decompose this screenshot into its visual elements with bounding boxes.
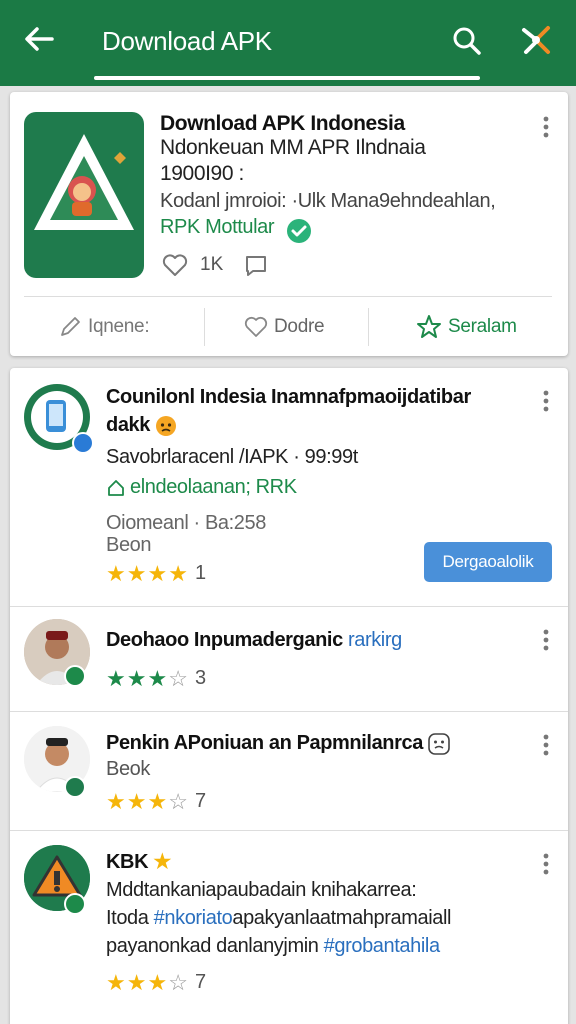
badge-icon (64, 893, 86, 915)
star-icon: ★ (126, 969, 147, 995)
badge-icon (72, 432, 94, 454)
edit-button[interactable]: Iqnene: (58, 308, 150, 346)
rating: ★ ★ ★ ☆ 3 (106, 667, 206, 690)
divider (368, 308, 369, 346)
star-icon: ★ (126, 665, 147, 691)
item-title: KBK ★ (106, 851, 171, 873)
like-count: 1K (200, 254, 224, 275)
star-outline-icon: ☆ (168, 969, 188, 995)
page-title: Download APK (102, 26, 272, 56)
rating: ★ ★ ★ ☆ 7 (106, 790, 206, 813)
home-icon (108, 479, 124, 496)
list-item[interactable]: Deohaoo Inpumaderganic rarkirg ★ ★ ★ ☆ 3 (10, 607, 568, 711)
save-button-label: Seralam (448, 316, 517, 337)
item-title-line2: dakk (106, 414, 177, 437)
star-icon: ★ (126, 560, 147, 586)
item-description: Mddtankaniapaubadain knihakarrea: (106, 879, 417, 901)
heart-icon[interactable] (162, 252, 188, 278)
back-arrow-icon[interactable] (22, 22, 56, 56)
star-icon: ★ (106, 560, 126, 586)
featured-subtitle: Ndonkeuan MM APR Ilndnaia (160, 136, 426, 159)
star-outline-icon: ☆ (168, 665, 188, 691)
divider (24, 296, 552, 297)
download-button[interactable]: Dergaoalolik (424, 542, 552, 582)
star-icon: ★ (153, 851, 171, 873)
item-meta: Savobrlaracenl /IAPK · 99:99t (106, 446, 358, 468)
edit-button-label: Iqnene: (88, 316, 150, 337)
comment-icon[interactable] (244, 254, 268, 278)
more-options-icon[interactable] (542, 734, 550, 756)
like-button[interactable]: Dodre (244, 308, 325, 346)
search-icon[interactable] (452, 26, 482, 56)
rating: ★ ★ ★ ☆ 7 (106, 971, 206, 994)
divider (204, 308, 205, 346)
featured-app-icon (24, 112, 144, 278)
app-list: Counilonl Indesia Inamnafpmaoijdatibar d… (10, 368, 568, 1024)
tab-indicator (94, 76, 480, 80)
heart-icon (244, 316, 268, 337)
more-options-icon[interactable] (542, 853, 550, 875)
item-sub: Oiomeanl · Ba:258 (106, 512, 266, 534)
star-outline-icon: ☆ (168, 788, 188, 814)
save-button[interactable]: Seralam (416, 308, 517, 346)
star-icon: ★ (106, 665, 126, 691)
app-bar: Download APK (0, 0, 576, 86)
item-description-line2: Itoda #nkoriatoapakyanlaatmahpramaiall (106, 907, 452, 929)
rating-count: 7 (194, 971, 207, 993)
pencil-icon (61, 317, 80, 336)
item-description-line3: payanonkad danlanyjmin #grobantahila (106, 935, 440, 957)
badge-icon (64, 665, 86, 687)
featured-description: Kodanl jmroioi: ·Ulk Mana9ehndeahlan, (160, 190, 496, 212)
featured-title: Download APK Indonesia (160, 112, 405, 135)
star-icon: ★ (147, 665, 168, 691)
rating-count: 1 (194, 562, 207, 584)
star-icon: ★ (106, 969, 126, 995)
like-button-label: Dodre (274, 316, 325, 337)
item-sub: Beok (106, 758, 150, 780)
more-options-icon[interactable] (542, 116, 550, 138)
list-item[interactable]: KBK ★ Mddtankaniapaubadain knihakarrea: … (10, 831, 568, 1021)
star-icon: ★ (106, 788, 126, 814)
star-icon: ★ (168, 560, 188, 586)
app-logo-icon[interactable] (518, 22, 554, 58)
featured-version: 1900I90 : (160, 162, 244, 185)
verified-icon (287, 219, 311, 243)
more-options-icon[interactable] (542, 629, 550, 651)
hashtag-link[interactable]: #nkoriato (154, 907, 233, 929)
item-title: Deohaoo Inpumaderganic rarkirg (106, 629, 402, 651)
item-title: Penkin APoniuan an Papmnilanrca (106, 732, 450, 755)
rating: ★ ★ ★ ★ 1 (106, 562, 206, 585)
hashtag-link[interactable]: #grobantahila (324, 935, 440, 957)
featured-category[interactable]: RPK Mottular (160, 216, 275, 239)
star-icon: ★ (147, 969, 168, 995)
angry-face-icon (156, 415, 177, 436)
featured-card[interactable]: Download APK Indonesia Ndonkeuan MM APR … (10, 92, 568, 356)
item-tag[interactable]: elndeolaanan; RRK (106, 476, 297, 499)
emoji-face-icon (428, 732, 450, 755)
star-icon: ★ (147, 560, 168, 586)
star-icon: ★ (147, 788, 168, 814)
rating-count: 7 (194, 790, 207, 812)
badge-icon (64, 776, 86, 798)
list-item[interactable]: Penkin APoniuan an Papmnilanrca Beok ★ ★ ★… (10, 712, 568, 830)
item-title: Counilonl Indesia Inamnafpmaoijdatibar (106, 386, 471, 408)
list-item[interactable]: Counilonl Indesia Inamnafpmaoijdatibar d… (10, 368, 568, 606)
item-sub2: Beon (106, 534, 152, 556)
more-options-icon[interactable] (542, 390, 550, 412)
star-outline-icon (417, 315, 441, 338)
star-icon: ★ (126, 788, 147, 814)
rating-count: 3 (194, 667, 207, 689)
